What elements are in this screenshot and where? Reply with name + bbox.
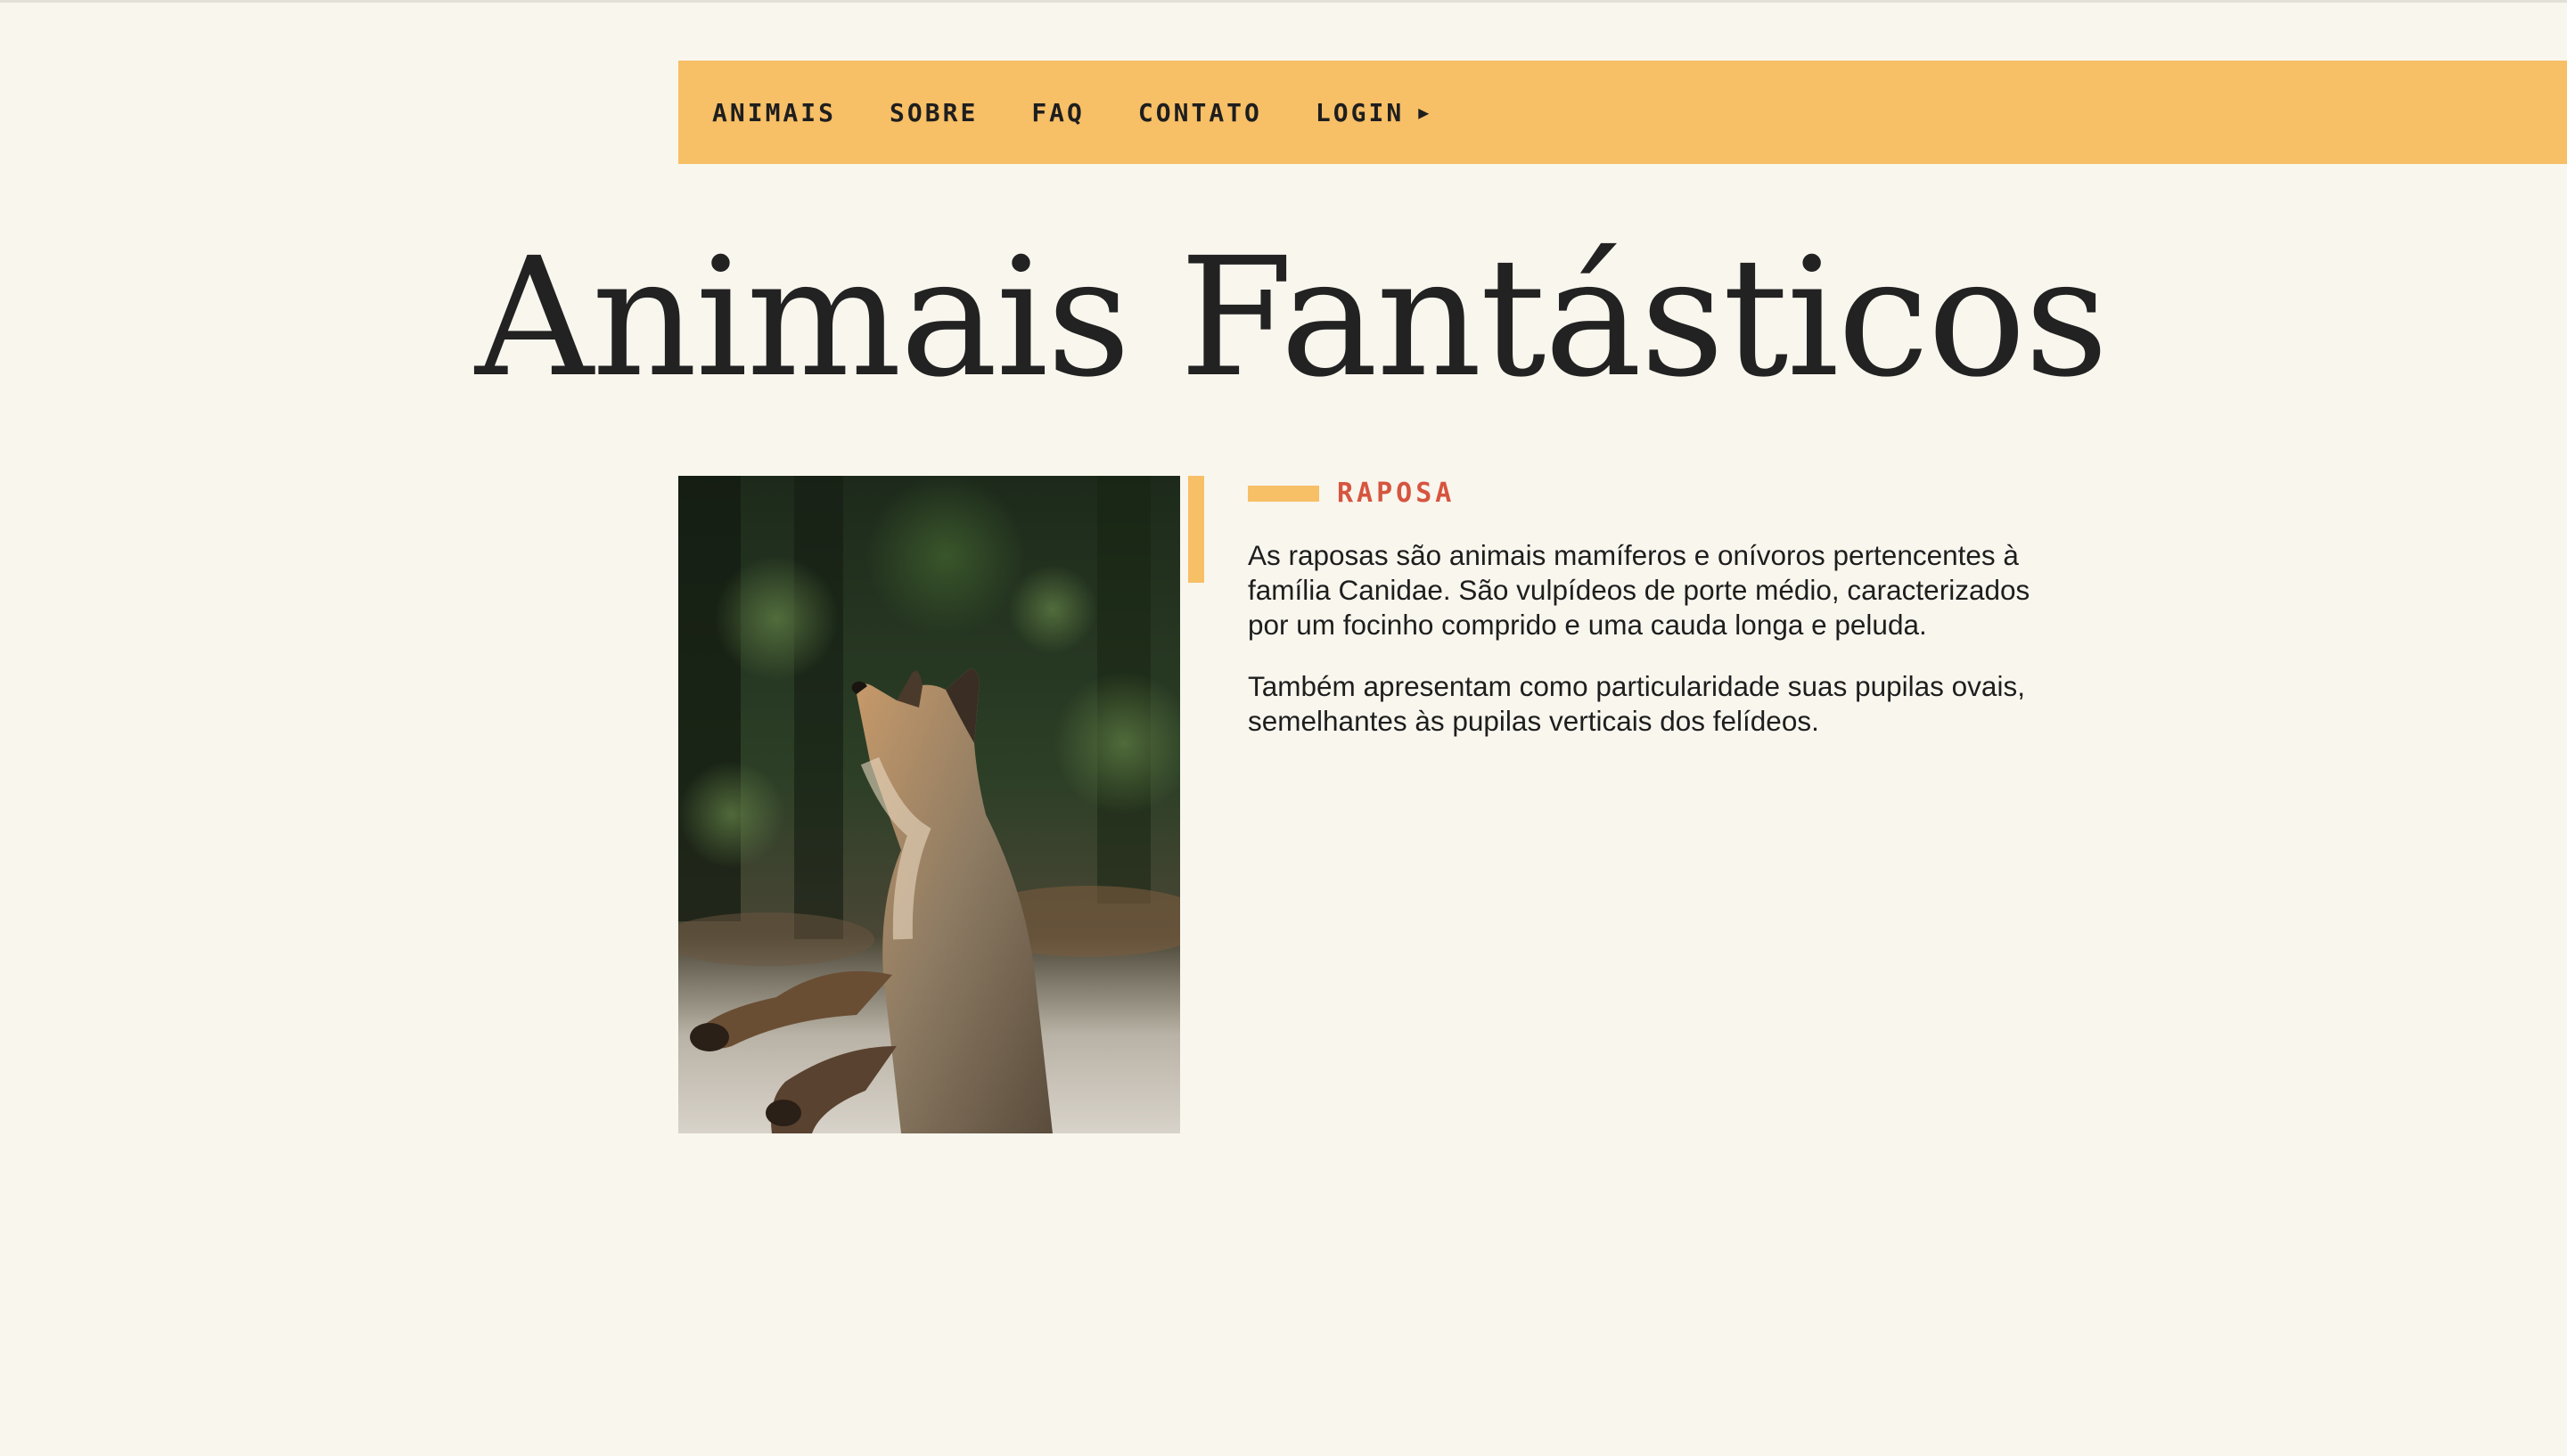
nav-item-label: CONTATO	[1137, 97, 1262, 127]
animal-label: RAPOSA	[1248, 478, 1455, 509]
nav-item-label: FAQ	[1031, 97, 1085, 127]
animal-description: As raposas são animais mamíferos e onívo…	[1248, 538, 2050, 765]
nav-item-label: ANIMAIS	[712, 97, 837, 127]
nav-item-sobre[interactable]: SOBRE	[890, 98, 978, 127]
play-arrow-icon: ▶	[1418, 102, 1430, 123]
photo-accent-bar	[1188, 476, 1204, 583]
nav-item-animais[interactable]: ANIMAIS	[712, 98, 836, 127]
description-paragraph: Também apresentam como particularidade s…	[1248, 670, 2025, 737]
fox-photo	[678, 476, 1180, 1133]
top-border	[0, 0, 2567, 3]
nav-item-faq[interactable]: FAQ	[1031, 98, 1085, 127]
page-title: Animais Fantásticos	[475, 223, 2109, 413]
nav-item-label: LOGIN	[1315, 97, 1405, 127]
label-dash	[1248, 485, 1319, 502]
nav-item-login[interactable]: LOGIN ▶	[1316, 98, 1429, 127]
description-paragraph: As raposas são animais mamíferos e onívo…	[1248, 539, 2030, 641]
animal-name: RAPOSA	[1337, 478, 1456, 509]
nav-item-contato[interactable]: CONTATO	[1138, 98, 1262, 127]
nav-item-label: SOBRE	[890, 97, 979, 127]
nav-list: ANIMAIS SOBRE FAQ CONTATO LOGIN ▶	[712, 98, 1482, 127]
main-nav: ANIMAIS SOBRE FAQ CONTATO LOGIN ▶	[678, 61, 2567, 164]
